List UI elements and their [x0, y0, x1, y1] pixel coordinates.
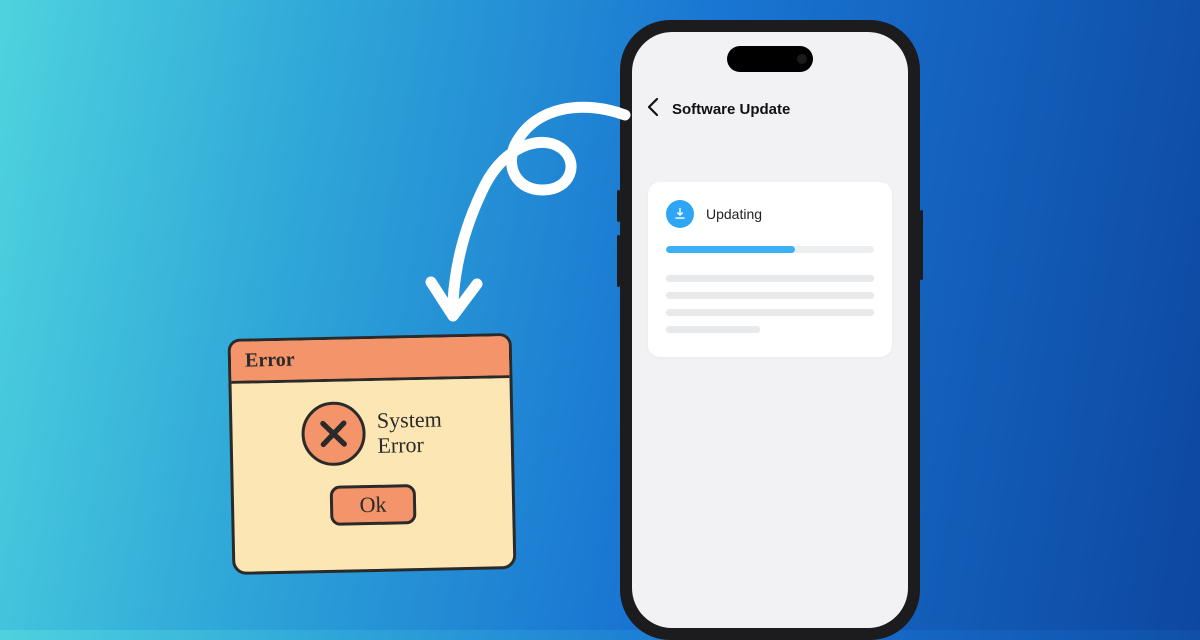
error-message: System Error [377, 406, 443, 458]
back-chevron-icon[interactable] [646, 97, 660, 121]
placeholder-line [666, 326, 760, 333]
phone-screen: Software Update Updating [632, 32, 908, 628]
error-message-line: Error [377, 432, 442, 459]
error-dialog: Error System Error Ok [228, 333, 517, 575]
placeholder-line [666, 275, 874, 282]
update-row: Updating [666, 200, 874, 228]
progress-bar [666, 246, 874, 253]
phone-volume-button [617, 190, 620, 222]
ok-button[interactable]: Ok [330, 484, 417, 526]
download-icon [666, 200, 694, 228]
curly-arrow-icon [365, 90, 655, 350]
ok-button-label: Ok [359, 492, 386, 519]
phone-power-button [920, 210, 923, 280]
page-title: Software Update [672, 101, 790, 118]
error-message-line: System [377, 406, 442, 433]
error-x-icon [300, 401, 365, 466]
placeholder-line [666, 292, 874, 299]
nav-bar: Software Update [632, 90, 908, 128]
error-titlebar: Error [231, 336, 510, 384]
dynamic-island [727, 46, 813, 72]
phone-mockup: Software Update Updating [620, 20, 920, 640]
error-title: Error [245, 349, 295, 373]
placeholder-line [666, 309, 874, 316]
update-status-label: Updating [706, 206, 762, 222]
update-card: Updating [648, 182, 892, 357]
progress-fill [666, 246, 795, 253]
error-body: System Error Ok [232, 378, 514, 572]
camera-dot-icon [797, 54, 807, 64]
phone-volume-button [617, 235, 620, 287]
